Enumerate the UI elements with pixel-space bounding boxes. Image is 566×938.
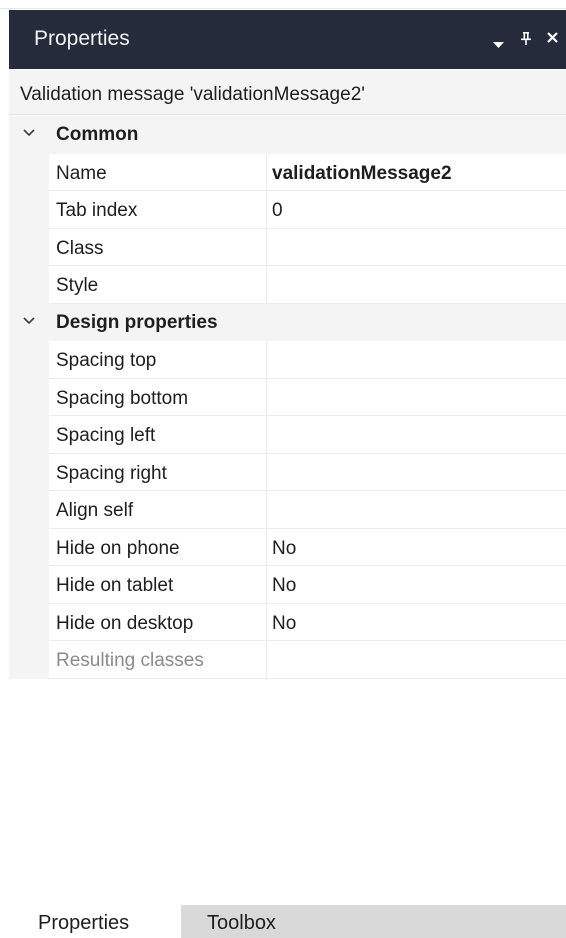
property-value-cell[interactable]: No	[267, 529, 566, 566]
property-name: Tab index	[56, 200, 138, 221]
property-row-spacing-bottom[interactable]: Spacing bottom	[9, 378, 566, 416]
property-value-cell[interactable]	[267, 416, 566, 454]
row-gutter	[9, 378, 49, 416]
property-value-cell[interactable]	[267, 266, 566, 304]
property-value: 0	[272, 200, 283, 221]
properties-panel: Properties Validation message 'validatio…	[0, 0, 566, 938]
property-name-cell[interactable]: Style	[49, 266, 267, 304]
chevron-down-icon[interactable]	[21, 312, 37, 328]
panel-top-edge	[0, 0, 566, 9]
property-row-hide-on-phone[interactable]: Hide on phone No	[9, 528, 566, 566]
property-row-spacing-top[interactable]: Spacing top	[9, 341, 566, 379]
property-grid: Common Name validationMessage2 Tab index 0 Cl…	[9, 116, 566, 679]
property-name-cell[interactable]: Spacing right	[49, 453, 267, 491]
row-gutter	[9, 191, 49, 229]
row-gutter	[9, 528, 49, 566]
property-name: Hide on tablet	[56, 575, 174, 596]
property-value-cell[interactable]: validationMessage2	[267, 154, 566, 191]
property-value: No	[272, 537, 297, 559]
property-name-cell[interactable]: Resulting classes	[49, 641, 267, 679]
chevron-down-icon[interactable]	[21, 124, 37, 140]
row-gutter	[9, 153, 49, 191]
property-row-name[interactable]: Name validationMessage2	[9, 153, 566, 191]
panel-title: Properties	[34, 27, 130, 50]
property-name-cell[interactable]: Spacing bottom	[49, 378, 267, 416]
property-name: Name	[56, 162, 107, 184]
row-gutter	[9, 491, 49, 529]
property-value-cell[interactable]	[267, 341, 566, 379]
property-value-cell[interactable]	[267, 491, 566, 529]
property-name: Spacing top	[56, 350, 157, 371]
property-name-cell[interactable]: Hide on desktop	[49, 603, 267, 641]
property-name-cell[interactable]: Align self	[49, 491, 267, 529]
property-row-style[interactable]: Style	[9, 266, 566, 304]
row-gutter	[9, 566, 49, 604]
property-value-cell	[267, 641, 566, 679]
property-row-tab-index[interactable]: Tab index 0	[9, 191, 566, 229]
tab-properties-label: Properties	[38, 912, 130, 934]
caret-down-icon[interactable]	[493, 37, 504, 52]
property-name: Style	[56, 275, 99, 296]
property-row-class[interactable]: Class	[9, 228, 566, 266]
property-name: Hide on desktop	[56, 612, 194, 634]
property-name-cell[interactable]: Tab index	[49, 191, 267, 229]
property-name: Resulting classes	[56, 650, 204, 671]
property-name: Spacing right	[56, 462, 167, 484]
property-name-cell[interactable]: Spacing left	[49, 416, 267, 454]
property-name-cell[interactable]: Name	[49, 153, 267, 191]
property-value: No	[272, 575, 297, 596]
tab-toolbox-label: Toolbox	[207, 912, 276, 934]
property-name-cell[interactable]: Hide on phone	[49, 528, 267, 566]
property-value-cell[interactable]: No	[267, 566, 566, 604]
property-row-spacing-right[interactable]: Spacing right	[9, 453, 566, 491]
property-row-resulting-classes[interactable]: Resulting classes	[9, 641, 566, 679]
row-gutter	[9, 266, 49, 304]
pin-icon[interactable]	[521, 32, 531, 48]
category-common[interactable]: Common	[9, 116, 566, 154]
property-name-cell[interactable]: Hide on tablet	[49, 566, 267, 604]
row-gutter	[9, 641, 49, 679]
row-gutter	[9, 228, 49, 266]
property-row-align-self[interactable]: Align self	[9, 491, 566, 529]
close-icon[interactable]	[547, 31, 558, 46]
property-value-cell[interactable]: No	[267, 604, 566, 641]
property-name: Align self	[56, 500, 134, 521]
property-name: Class	[56, 237, 104, 259]
category-design-properties[interactable]: Design properties	[9, 303, 566, 341]
row-gutter	[9, 341, 49, 379]
property-value: validationMessage2	[272, 162, 452, 184]
tab-properties[interactable]: Properties	[9, 905, 181, 938]
panel-title-bar[interactable]: Properties	[9, 10, 566, 69]
property-name: Spacing left	[56, 425, 156, 446]
tab-toolbox[interactable]: Toolbox	[181, 905, 566, 938]
property-row-hide-on-tablet[interactable]: Hide on tablet No	[9, 566, 566, 604]
panel-tab-strip: Properties Toolbox	[9, 905, 566, 938]
row-gutter	[9, 416, 49, 454]
property-name-cell[interactable]: Spacing top	[49, 341, 267, 379]
property-name: Spacing bottom	[56, 387, 189, 409]
property-name: Hide on phone	[56, 537, 180, 559]
property-value-cell[interactable]: 0	[267, 191, 566, 229]
selected-object-label: Validation message 'validationMessage2'	[20, 84, 365, 105]
property-value-cell[interactable]	[267, 229, 566, 266]
category-label: Common	[56, 124, 139, 145]
property-row-spacing-left[interactable]: Spacing left	[9, 416, 566, 454]
property-row-hide-on-desktop[interactable]: Hide on desktop No	[9, 603, 566, 641]
property-value-cell[interactable]	[267, 379, 566, 416]
property-value: No	[272, 612, 297, 634]
selected-object-header: Validation message 'validationMessage2'	[9, 70, 566, 115]
row-gutter	[9, 453, 49, 491]
category-label: Design properties	[56, 311, 218, 333]
property-value-cell[interactable]	[267, 454, 566, 491]
property-name-cell[interactable]: Class	[49, 228, 267, 266]
row-gutter	[9, 603, 49, 641]
